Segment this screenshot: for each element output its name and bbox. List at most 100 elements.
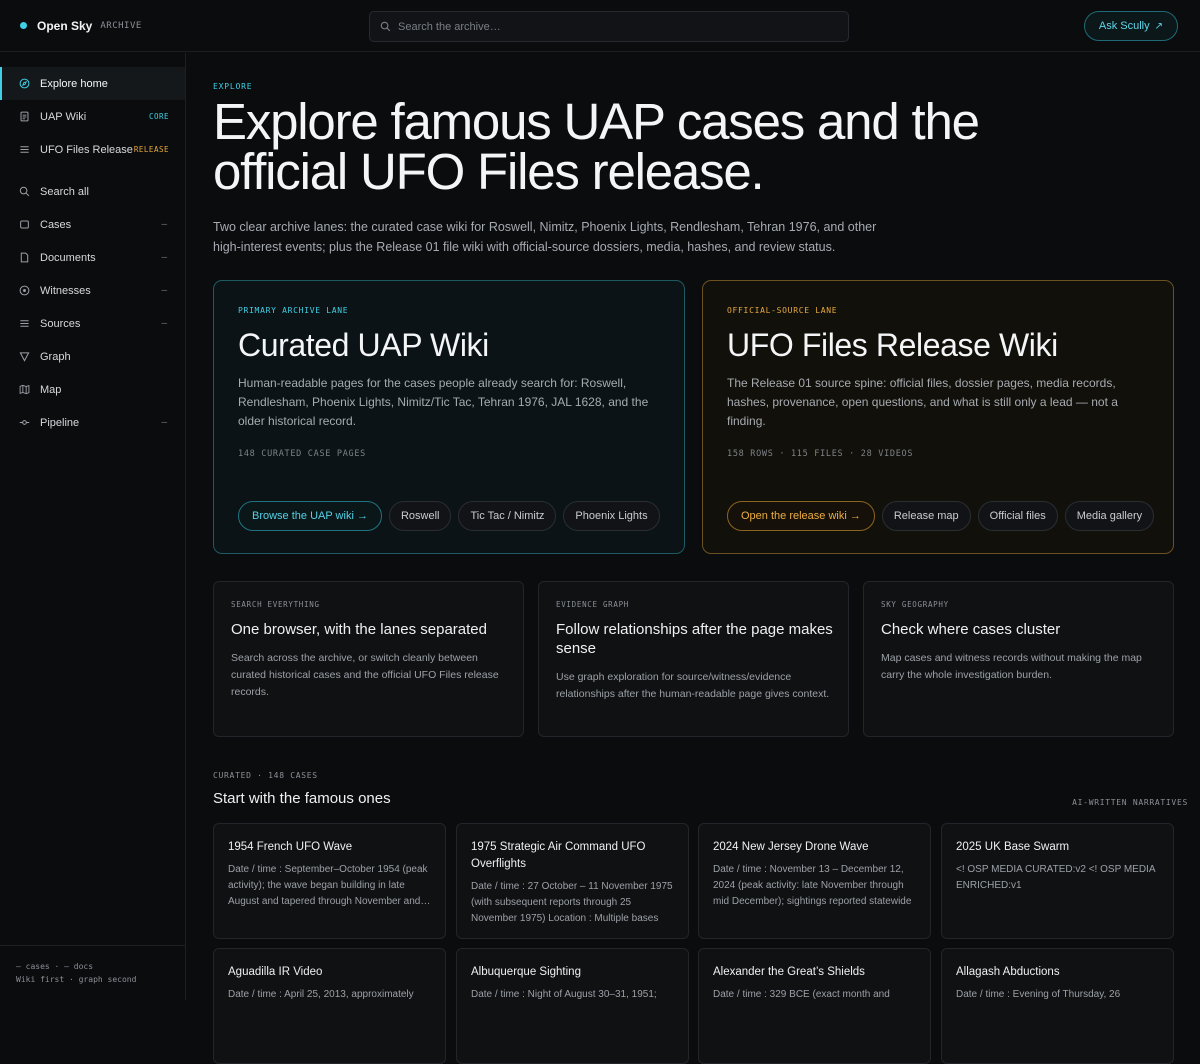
feature-title: Check where cases cluster	[881, 621, 1061, 638]
brand[interactable]: Open Sky ARCHIVE	[0, 19, 186, 33]
case-card[interactable]: Allagash Abductions Date / time : Evenin…	[941, 948, 1174, 1064]
case-card[interactable]: 2025 UK Base Swarm <! OSP MEDIA CURATED:…	[941, 823, 1174, 939]
brand-tag: ARCHIVE	[100, 20, 142, 31]
ai-written-label: AI-WRITTEN NARRATIVES	[1072, 798, 1188, 807]
feature-title: One browser, with the lanes separated	[231, 621, 487, 638]
release-map-pill[interactable]: Release map	[881, 501, 971, 531]
case-description: Date / time : Evening of Thursday, 26	[956, 989, 1121, 1000]
sidebar-item-cases[interactable]: Cases –	[0, 208, 185, 241]
sidebar-item-label: Sources	[40, 317, 81, 330]
feature-card-graph[interactable]: EVIDENCE GRAPH Follow relationships afte…	[538, 581, 849, 737]
eye-icon	[18, 285, 30, 297]
roswell-pill[interactable]: Roswell	[388, 501, 452, 531]
hero-subtitle: Two clear archive lanes: the curated cas…	[213, 220, 877, 254]
phoenix-lights-pill[interactable]: Phoenix Lights	[563, 501, 660, 531]
pipeline-count: –	[161, 417, 167, 428]
case-description: <! OSP MEDIA CURATED:v2 <! OSP MEDIA ENR…	[956, 864, 1155, 891]
search-input[interactable]	[398, 20, 818, 33]
case-card[interactable]: Aguadilla IR Video Date / time : April 2…	[213, 948, 446, 1064]
sidebar-item-label: UFO Files Release	[40, 143, 133, 156]
lane-actions: Browse the UAP wiki → Roswell Tic Tac / …	[238, 501, 667, 531]
feature-description: Search across the archive, or switch cle…	[231, 652, 499, 698]
feature-tag: EVIDENCE GRAPH	[556, 600, 630, 609]
sources-count: –	[161, 318, 167, 329]
lane-description: The Release 01 source spine: official fi…	[727, 376, 1118, 428]
media-gallery-pill[interactable]: Media gallery	[1064, 501, 1155, 531]
feature-title: Follow relationships after the page make…	[556, 621, 833, 657]
sidebar-item-explore-home[interactable]: Explore home	[0, 67, 185, 100]
sidebar-item-ufo-files-release[interactable]: UFO Files Release RELEASE	[0, 133, 185, 166]
search-icon	[380, 21, 391, 32]
case-description: Date / time : 329 BCE (exact month and	[713, 989, 890, 1000]
case-card[interactable]: 1954 French UFO Wave Date / time : Septe…	[213, 823, 446, 939]
lane-title: Curated UAP Wiki	[238, 327, 489, 363]
case-title: Aguadilla IR Video	[228, 966, 323, 978]
page-title: Explore famous UAP cases and the officia…	[213, 93, 980, 200]
sidebar-item-label: Cases	[40, 218, 72, 231]
cases-count: –	[161, 219, 167, 230]
sidebar-item-pipeline[interactable]: Pipeline –	[0, 406, 185, 439]
sidebar-item-map[interactable]: Map	[0, 373, 185, 406]
sidebar-item-sources[interactable]: Sources –	[0, 307, 185, 340]
case-title: 2024 New Jersey Drone Wave	[713, 841, 869, 853]
sidebar-item-label: Search all	[40, 185, 89, 198]
feature-tag: SEARCH EVERYTHING	[231, 600, 320, 609]
case-description: Date / time : November 13 – December 12,…	[713, 864, 912, 907]
documents-count: –	[161, 252, 167, 263]
official-files-pill[interactable]: Official files	[977, 501, 1058, 531]
browse-uap-wiki-button[interactable]: Browse the UAP wiki →	[238, 501, 382, 531]
feature-description: Use graph exploration for source/witness…	[556, 671, 830, 700]
release-badge: RELEASE	[133, 145, 169, 154]
case-card[interactable]: 1975 Strategic Air Command UFO Overfligh…	[456, 823, 689, 939]
sidebar-item-label: Pipeline	[40, 416, 80, 429]
lane-actions: Open the release wiki → Release map Offi…	[727, 501, 1161, 531]
sidebar-item-label: Graph	[40, 350, 71, 363]
sidebar-item-label: Explore home	[40, 77, 108, 90]
case-card[interactable]: Albuquerque Sighting Date / time : Night…	[456, 948, 689, 1064]
lane-stats: 148 CURATED CASE PAGES	[238, 449, 366, 459]
sidebar-item-search-all[interactable]: Search all	[0, 175, 185, 208]
case-card[interactable]: 2024 New Jersey Drone Wave Date / time :…	[698, 823, 931, 939]
feature-card-map[interactable]: SKY GEOGRAPHY Check where cases cluster …	[863, 581, 1174, 737]
sidebar-item-uap-wiki[interactable]: UAP Wiki CORE	[0, 100, 185, 133]
ask-scully-button[interactable]: Ask Scully ↗	[1083, 11, 1178, 41]
map-icon	[18, 384, 30, 396]
document-icon	[18, 111, 30, 123]
file-icon	[18, 252, 30, 264]
case-title: 1954 French UFO Wave	[228, 841, 353, 853]
lines-icon	[18, 318, 30, 330]
feature-description: Map cases and witness records without ma…	[881, 652, 1142, 681]
search-icon	[18, 186, 30, 198]
case-description: Date / time : Night of August 30–31, 195…	[471, 989, 657, 1000]
lane-description: Human-readable pages for the cases peopl…	[238, 376, 649, 428]
curated-wiki-card: PRIMARY ARCHIVE LANE Curated UAP Wiki Hu…	[213, 280, 685, 554]
compass-icon	[18, 78, 30, 90]
case-card[interactable]: Alexander the Great’s Shields Date / tim…	[698, 948, 931, 1064]
cases-eyebrow: CURATED · 148 CASES	[213, 771, 318, 780]
sidebar-item-label: Documents	[40, 251, 96, 264]
sidebar-item-witnesses[interactable]: Witnesses –	[0, 274, 185, 307]
lane-tag: OFFICIAL-SOURCE LANE	[727, 306, 838, 315]
lane-title: UFO Files Release Wiki	[727, 327, 1058, 363]
square-icon	[18, 219, 30, 231]
list-icon	[18, 144, 30, 156]
sidebar: Explore home UAP Wiki CORE UFO Files Rel…	[0, 53, 186, 1000]
sidebar-item-label: UAP Wiki	[40, 110, 87, 123]
ask-scully-label: Ask Scully	[1098, 20, 1150, 32]
lane-stats: 158 ROWS · 115 FILES · 28 VIDEOS	[727, 449, 914, 459]
search-bar[interactable]	[369, 11, 849, 42]
funnel-icon	[18, 351, 30, 363]
sidebar-item-graph[interactable]: Graph	[0, 340, 185, 373]
case-title: Alexander the Great’s Shields	[713, 966, 865, 978]
sidebar-item-label: Witnesses	[40, 284, 91, 297]
case-description: Date / time : 27 October – 11 November 1…	[471, 881, 673, 924]
sidebar-footer-counts: – cases · – docs	[16, 962, 94, 971]
open-release-wiki-button[interactable]: Open the release wiki →	[727, 501, 875, 531]
core-badge: CORE	[148, 112, 169, 121]
tic-tac-nimitz-pill[interactable]: Tic Tac / Nimitz	[458, 501, 557, 531]
sidebar-item-documents[interactable]: Documents –	[0, 241, 185, 274]
cases-section-title: Start with the famous ones	[213, 790, 391, 807]
case-title: Albuquerque Sighting	[471, 966, 581, 978]
case-title: 1975 Strategic Air Command UFO Overfligh…	[471, 841, 646, 870]
feature-card-search[interactable]: SEARCH EVERYTHING One browser, with the …	[213, 581, 524, 737]
